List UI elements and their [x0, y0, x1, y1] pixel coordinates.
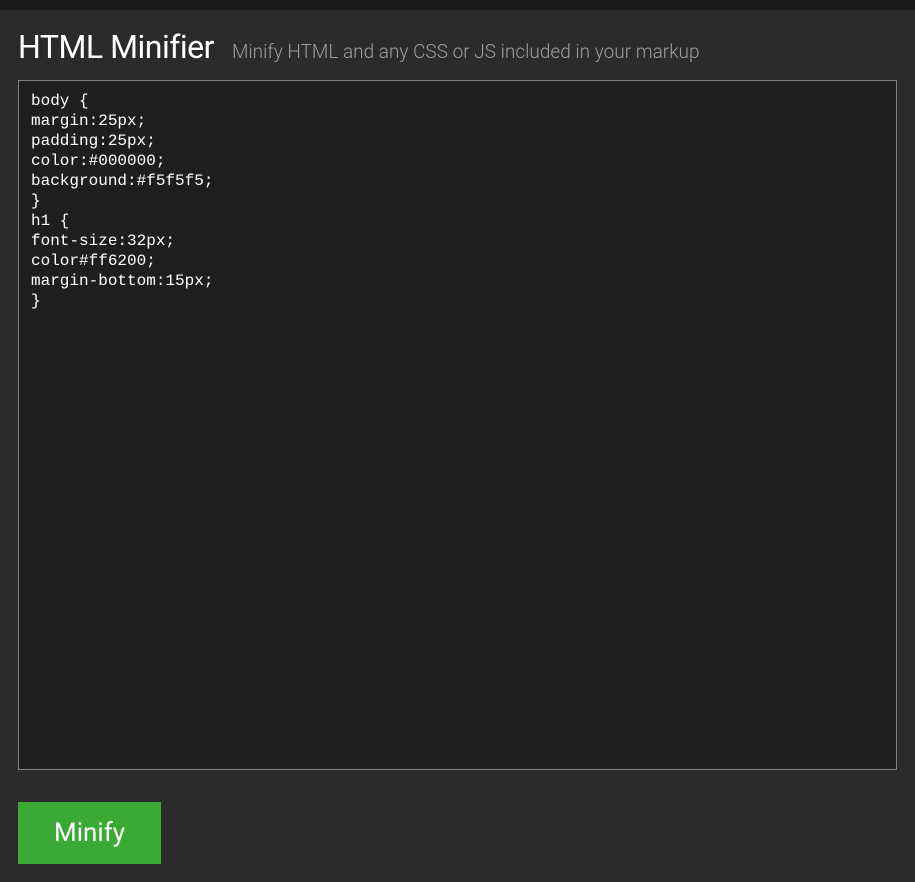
- code-input[interactable]: [18, 80, 897, 770]
- top-bar: [0, 0, 915, 10]
- minify-button[interactable]: Minify: [18, 802, 161, 864]
- page-title: HTML Minifier: [18, 28, 214, 66]
- main-container: HTML Minifier Minify HTML and any CSS or…: [0, 10, 915, 882]
- page-subtitle: Minify HTML and any CSS or JS included i…: [232, 40, 700, 63]
- header: HTML Minifier Minify HTML and any CSS or…: [18, 28, 897, 66]
